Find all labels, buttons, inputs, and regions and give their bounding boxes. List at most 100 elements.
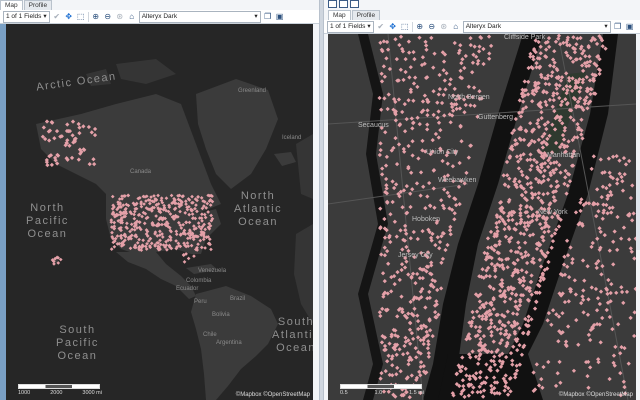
tab-profile[interactable]: Profile bbox=[23, 0, 53, 10]
left-edge-strip bbox=[0, 24, 6, 400]
fields-dropdown-label: 1 of 1 Fields bbox=[6, 12, 42, 20]
scale-label: 1.5 mi bbox=[409, 390, 424, 396]
scale-label: 3000 mi bbox=[82, 390, 102, 396]
home-icon[interactable]: ⌂ bbox=[127, 12, 137, 22]
select-icon[interactable]: ⬚ bbox=[400, 22, 410, 32]
chevron-down-icon: ▾ bbox=[604, 22, 608, 30]
zoom-in-icon[interactable]: ⊕ bbox=[91, 12, 101, 22]
label-jersey-city: Jersey City bbox=[398, 252, 433, 259]
tab-map[interactable]: Map bbox=[0, 0, 23, 10]
label-south-pacific: South Pacific Ocean bbox=[56, 324, 99, 363]
zoom-extent-icon[interactable]: ⊛ bbox=[115, 12, 125, 22]
tab-map[interactable]: Map bbox=[328, 10, 351, 20]
label-weehawken: Weehawken bbox=[438, 177, 477, 184]
chevron-down-icon: ▾ bbox=[43, 12, 47, 20]
label-line: Ocean bbox=[276, 342, 313, 354]
label-peru: Peru bbox=[194, 299, 207, 305]
label-argentina: Argentina bbox=[216, 340, 242, 346]
layout-single-icon[interactable] bbox=[328, 0, 337, 8]
label-line: North bbox=[240, 190, 276, 202]
label-line: Pacific bbox=[56, 337, 99, 349]
tab-profile[interactable]: Profile bbox=[351, 10, 381, 20]
fields-dropdown[interactable]: 1 of 1 Fields ▾ bbox=[327, 20, 374, 33]
label-line: South bbox=[59, 324, 96, 336]
label-north-bergen: North Bergen bbox=[448, 94, 490, 101]
basemap-dropdown-label: Alteryx Dark bbox=[465, 22, 502, 30]
scale-bar-graphic bbox=[340, 384, 422, 389]
chevron-down-icon: ▾ bbox=[367, 22, 371, 30]
left-map-window: Map Profile 1 of 1 Fields ▾ ✔ ✥ ⬚ ⊕ ⊖ ⊛ … bbox=[0, 0, 319, 400]
label-line: North bbox=[30, 202, 65, 214]
label-north-atlantic: North Atlantic Ocean bbox=[234, 190, 282, 229]
layout-switcher bbox=[328, 0, 359, 8]
right-map-window: Map Profile 1 of 1 Fields ▾ ✔ ✥ ⬚ ⊕ ⊖ ⊛ … bbox=[324, 0, 640, 400]
save-icon[interactable]: ▣ bbox=[625, 22, 635, 32]
label-venezuela: Venezuela bbox=[198, 268, 227, 274]
right-map-toolbar: 1 of 1 Fields ▾ ✔ ✥ ⬚ ⊕ ⊖ ⊛ ⌂ Alteryx Da… bbox=[324, 20, 640, 34]
label-union-city: Union City bbox=[426, 149, 459, 156]
label-bolivia: Bolivia bbox=[212, 312, 230, 318]
basemap-dropdown[interactable]: Alteryx Dark ▾ bbox=[462, 20, 611, 33]
checkmark-icon[interactable]: ✔ bbox=[376, 22, 386, 32]
city-map[interactable]: Secaucus Union City Weehawken Hoboken Ma… bbox=[328, 34, 636, 400]
label-south-atlantic: South Atlantic Ocean bbox=[272, 316, 313, 355]
label-line: South bbox=[277, 316, 313, 328]
label-colombia: Colombia bbox=[186, 278, 212, 284]
side-widget[interactable] bbox=[636, 50, 640, 90]
fields-dropdown[interactable]: 1 of 1 Fields ▾ bbox=[3, 10, 50, 23]
label-line: Ocean bbox=[27, 228, 68, 240]
world-map[interactable]: Arctic Ocean North Pacific Ocean North A… bbox=[6, 24, 313, 400]
label-north-pacific: North Pacific Ocean bbox=[26, 202, 69, 241]
right-tab-bar: Map Profile bbox=[328, 10, 381, 20]
select-icon[interactable]: ⬚ bbox=[76, 12, 86, 22]
label-manhattan: Manhattan bbox=[547, 152, 581, 159]
scale-label: 0.5 bbox=[340, 390, 348, 396]
map-attribution[interactable]: ©Mapbox ©OpenStreetMap bbox=[236, 392, 310, 398]
scale-label: 1000 bbox=[18, 390, 31, 396]
label-secaucus: Secaucus bbox=[358, 122, 389, 129]
label-cliffside-park: Cliffside Park bbox=[504, 34, 546, 41]
pan-icon[interactable]: ✥ bbox=[388, 22, 398, 32]
label-ecuador: Ecuador bbox=[176, 286, 199, 292]
grip-icon[interactable]: ⋮ bbox=[321, 178, 328, 188]
label-greenland: Greenland bbox=[238, 88, 267, 94]
side-widget[interactable] bbox=[636, 170, 640, 250]
layout-split-vertical-icon[interactable] bbox=[339, 0, 348, 8]
label-line: Pacific bbox=[26, 215, 69, 227]
home-icon[interactable]: ⌂ bbox=[451, 22, 461, 32]
city-map-canvas bbox=[328, 34, 636, 400]
label-iceland: Iceland bbox=[282, 135, 302, 141]
left-map-toolbar: 1 of 1 Fields ▾ ✔ ✥ ⬚ ⊕ ⊖ ⊛ ⌂ Alteryx Da… bbox=[0, 10, 319, 24]
label-guttenberg: Guttenberg bbox=[478, 114, 514, 121]
layout-split-horizontal-icon[interactable] bbox=[350, 0, 359, 8]
pan-icon[interactable]: ✥ bbox=[64, 12, 74, 22]
zoom-extent-icon[interactable]: ⊛ bbox=[439, 22, 449, 32]
chevron-down-icon: ▾ bbox=[254, 12, 258, 20]
label-canada: Canada bbox=[130, 169, 152, 175]
scale-label: 2000 bbox=[50, 390, 63, 396]
label-line: Ocean bbox=[57, 350, 98, 362]
toolbar-divider bbox=[87, 11, 89, 22]
left-tab-bar: Map Profile bbox=[0, 0, 53, 10]
zoom-out-icon[interactable]: ⊖ bbox=[427, 22, 437, 32]
zoom-in-icon[interactable]: ⊕ bbox=[415, 22, 425, 32]
scale-bar: 1000 2000 3000 mi bbox=[18, 384, 102, 396]
zoom-out-icon[interactable]: ⊖ bbox=[103, 12, 113, 22]
label-chile: Chile bbox=[203, 332, 217, 338]
save-icon[interactable]: ▣ bbox=[275, 12, 285, 22]
label-line: Atlantic bbox=[234, 203, 283, 215]
scale-bar-graphic bbox=[18, 384, 100, 389]
basemap-dropdown-label: Alteryx Dark bbox=[141, 12, 178, 20]
basemap-dropdown[interactable]: Alteryx Dark ▾ bbox=[138, 10, 261, 23]
copy-icon[interactable]: ❐ bbox=[263, 12, 273, 22]
label-brazil: Brazil bbox=[230, 296, 246, 302]
toolbar-divider bbox=[411, 21, 413, 32]
checkmark-icon[interactable]: ✔ bbox=[52, 12, 62, 22]
scale-bar: 0.5 1.0 1.5 mi bbox=[340, 384, 424, 396]
fields-dropdown-label: 1 of 1 Fields bbox=[330, 22, 366, 30]
map-attribution[interactable]: ©Mapbox ©OpenStreetMap bbox=[559, 392, 633, 398]
label-new-york: New York bbox=[538, 209, 568, 216]
copy-icon[interactable]: ❐ bbox=[613, 22, 623, 32]
label-line: Ocean bbox=[238, 216, 278, 228]
label-hoboken: Hoboken bbox=[412, 216, 441, 223]
